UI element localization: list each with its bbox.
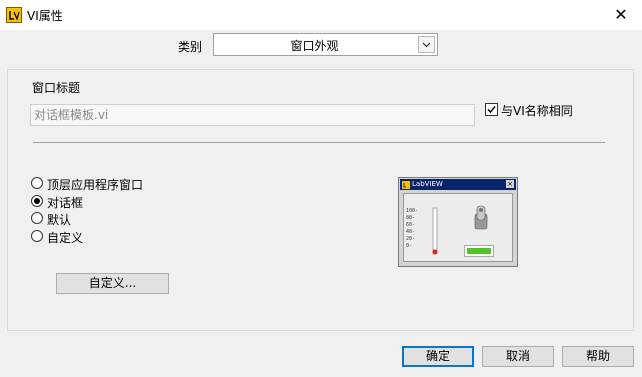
chevron-down-icon[interactable]: [418, 36, 435, 53]
labview-app-icon: [6, 7, 22, 23]
checkmark-icon: [487, 106, 496, 114]
window-preview-thumbnail: LabVIEW × 100- 80- 60- 40- 20- 0-: [398, 177, 518, 267]
window-title-section-label: 窗口标题: [32, 81, 81, 95]
customize-button[interactable]: 自定义...: [56, 273, 169, 294]
checkbox-box[interactable]: [485, 103, 498, 116]
category-selected-value: 窗口外观: [290, 39, 339, 53]
radio-button[interactable]: [31, 195, 43, 207]
category-label: 类别: [178, 40, 203, 54]
close-icon[interactable]: ✕: [610, 4, 632, 26]
radio-label: 对话框: [47, 196, 84, 210]
help-button[interactable]: 帮助: [562, 346, 634, 367]
window-title-input[interactable]: 对话框模板.vi: [30, 104, 475, 126]
window-title: VI属性: [27, 9, 63, 23]
radio-label: 顶层应用程序窗口: [47, 178, 144, 192]
radio-button[interactable]: [31, 177, 43, 189]
radio-button[interactable]: [31, 230, 43, 242]
preview-title-bar: LabVIEW ×: [400, 179, 516, 190]
radio-label: 自定义: [47, 231, 84, 245]
same-as-vi-name-label: 与VI名称相同: [501, 104, 573, 118]
radio-label: 默认: [47, 213, 72, 227]
category-select[interactable]: 窗口外观: [213, 33, 438, 56]
toggle-switch-icon: [474, 205, 488, 230]
cancel-button[interactable]: 取消: [482, 346, 554, 367]
preview-front-panel: 100- 80- 60- 40- 20- 0-: [403, 193, 513, 262]
close-icon: ×: [506, 180, 514, 188]
title-bar: VI属性 ✕: [0, 0, 642, 30]
radio-button[interactable]: [31, 212, 43, 224]
divider: [33, 142, 605, 143]
preview-title: LabVIEW: [412, 180, 443, 188]
radio-selected-dot: [34, 198, 40, 204]
ok-button[interactable]: 确定: [402, 346, 474, 367]
labview-app-icon: [402, 180, 410, 189]
led-indicator-icon: [464, 245, 494, 257]
